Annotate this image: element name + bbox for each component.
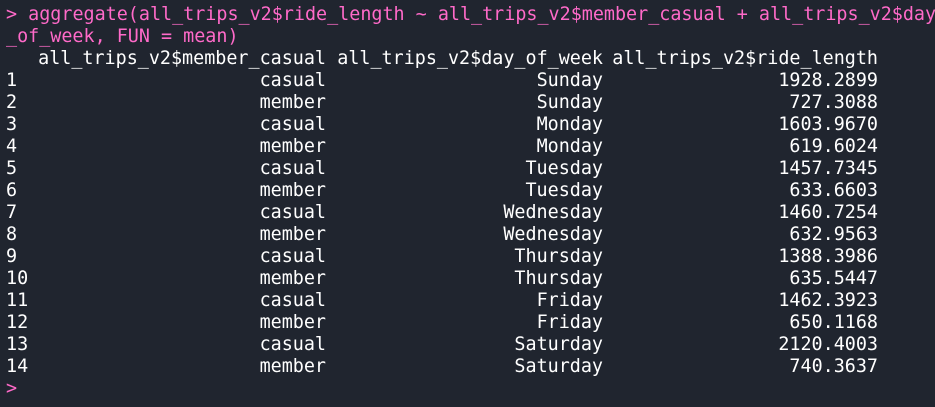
cell-day-of-week: Wednesday — [503, 202, 603, 223]
cell-ride-length: 635.5447 — [789, 268, 878, 289]
cell-day-of-week: Friday — [536, 290, 603, 311]
table-body: 1 casual Sunday 1928.2899 2 member Sunday 727.3… — [6, 70, 935, 378]
prompt-symbol: > — [6, 4, 18, 25]
row-index: 9 — [6, 246, 18, 267]
table-row: 4 member Monday 619.6024 — [6, 136, 935, 158]
table-row: 1 casual Sunday 1928.2899 — [6, 70, 935, 92]
cell-ride-length: 650.1168 — [789, 312, 878, 333]
table-row: 2 member Sunday 727.3088 — [6, 92, 935, 114]
row-index: 11 — [6, 290, 29, 311]
cell-ride-length: 740.3637 — [789, 356, 878, 377]
cell-member-casual: member — [259, 356, 326, 377]
cell-member-casual: member — [259, 224, 326, 245]
row-index: 10 — [6, 268, 29, 289]
table-row: 13 casual Saturday 2120.4003 — [6, 334, 935, 356]
cell-ride-length: 1457.7345 — [778, 158, 878, 179]
cell-ride-length: 1462.3923 — [778, 290, 878, 311]
cell-ride-length: 1928.2899 — [778, 70, 878, 91]
cell-day-of-week: Wednesday — [503, 224, 603, 245]
row-index: 14 — [6, 356, 29, 377]
cell-ride-length: 632.9563 — [789, 224, 878, 245]
cell-member-casual: casual — [259, 246, 326, 267]
row-index: 12 — [6, 312, 29, 333]
cell-member-casual: member — [259, 268, 326, 289]
cell-member-casual: member — [259, 136, 326, 157]
row-index: 3 — [6, 114, 18, 135]
cell-day-of-week: Tuesday — [525, 158, 603, 179]
cell-ride-length: 1603.9670 — [778, 114, 878, 135]
cell-day-of-week: Thursday — [514, 246, 603, 267]
cell-day-of-week: Sunday — [536, 70, 603, 91]
row-index: 8 — [6, 224, 18, 245]
cell-day-of-week: Thursday — [514, 268, 603, 289]
cell-day-of-week: Tuesday — [525, 180, 603, 201]
cell-member-casual: casual — [259, 290, 326, 311]
r-console[interactable]: > aggregate(all_trips_v2$ride_length ~ a… — [0, 0, 935, 407]
cell-member-casual: member — [259, 180, 326, 201]
cell-day-of-week: Monday — [536, 136, 603, 157]
cell-ride-length: 2120.4003 — [778, 334, 878, 355]
cell-member-casual: member — [259, 92, 326, 113]
cell-ride-length: 619.6024 — [789, 136, 878, 157]
empty-prompt-symbol: > — [6, 378, 18, 399]
table-row: 12 member Friday 650.1168 — [6, 312, 935, 334]
table-row: 11 casual Friday 1462.3923 — [6, 290, 935, 312]
row-index: 7 — [6, 202, 18, 223]
header-day-of-week: all_trips_v2$day_of_week — [337, 48, 603, 69]
cell-member-casual: casual — [259, 114, 326, 135]
cell-day-of-week: Sunday — [536, 92, 603, 113]
row-index: 4 — [6, 136, 18, 157]
output-table: all_trips_v2$member_casual all_trips_v2$… — [6, 48, 935, 378]
row-index: 13 — [6, 334, 29, 355]
table-header-row: all_trips_v2$member_casual all_trips_v2$… — [6, 48, 935, 70]
table-row: 3 casual Monday 1603.9670 — [6, 114, 935, 136]
cell-ride-length: 633.6603 — [789, 180, 878, 201]
row-index: 1 — [6, 70, 18, 91]
row-index: 5 — [6, 158, 18, 179]
cell-day-of-week: Friday — [536, 312, 603, 333]
empty-prompt-line[interactable]: > — [6, 378, 17, 400]
cell-day-of-week: Monday — [536, 114, 603, 135]
cell-member-casual: casual — [259, 334, 326, 355]
header-ride-length: all_trips_v2$ride_length — [612, 48, 878, 69]
table-row: 6 member Tuesday 633.6603 — [6, 180, 935, 202]
table-row: 7 casual Wednesday 1460.7254 — [6, 202, 935, 224]
cell-day-of-week: Saturday — [514, 334, 603, 355]
cell-day-of-week: Saturday — [514, 356, 603, 377]
command-text-line-2: _of_week, FUN = mean) — [6, 26, 239, 47]
row-index: 6 — [6, 180, 18, 201]
table-row: 14 member Saturday 740.3637 — [6, 356, 935, 378]
cell-member-casual: member — [259, 312, 326, 333]
cell-ride-length: 1388.3986 — [778, 246, 878, 267]
header-member-casual: all_trips_v2$member_casual — [38, 48, 326, 69]
command-text-line-1: aggregate(all_trips_v2$ride_length ~ all… — [28, 4, 935, 25]
command-line-2: _of_week, FUN = mean) — [6, 26, 239, 48]
table-row: 10 member Thursday 635.5447 — [6, 268, 935, 290]
cell-member-casual: casual — [259, 70, 326, 91]
row-index: 2 — [6, 92, 18, 113]
cell-member-casual: casual — [259, 158, 326, 179]
cell-member-casual: casual — [259, 202, 326, 223]
cell-ride-length: 1460.7254 — [778, 202, 878, 223]
table-row: 9 casual Thursday 1388.3986 — [6, 246, 935, 268]
cell-ride-length: 727.3088 — [789, 92, 878, 113]
table-row: 5 casual Tuesday 1457.7345 — [6, 158, 935, 180]
command-line-1: > aggregate(all_trips_v2$ride_length ~ a… — [6, 4, 935, 26]
table-row: 8 member Wednesday 632.9563 — [6, 224, 935, 246]
